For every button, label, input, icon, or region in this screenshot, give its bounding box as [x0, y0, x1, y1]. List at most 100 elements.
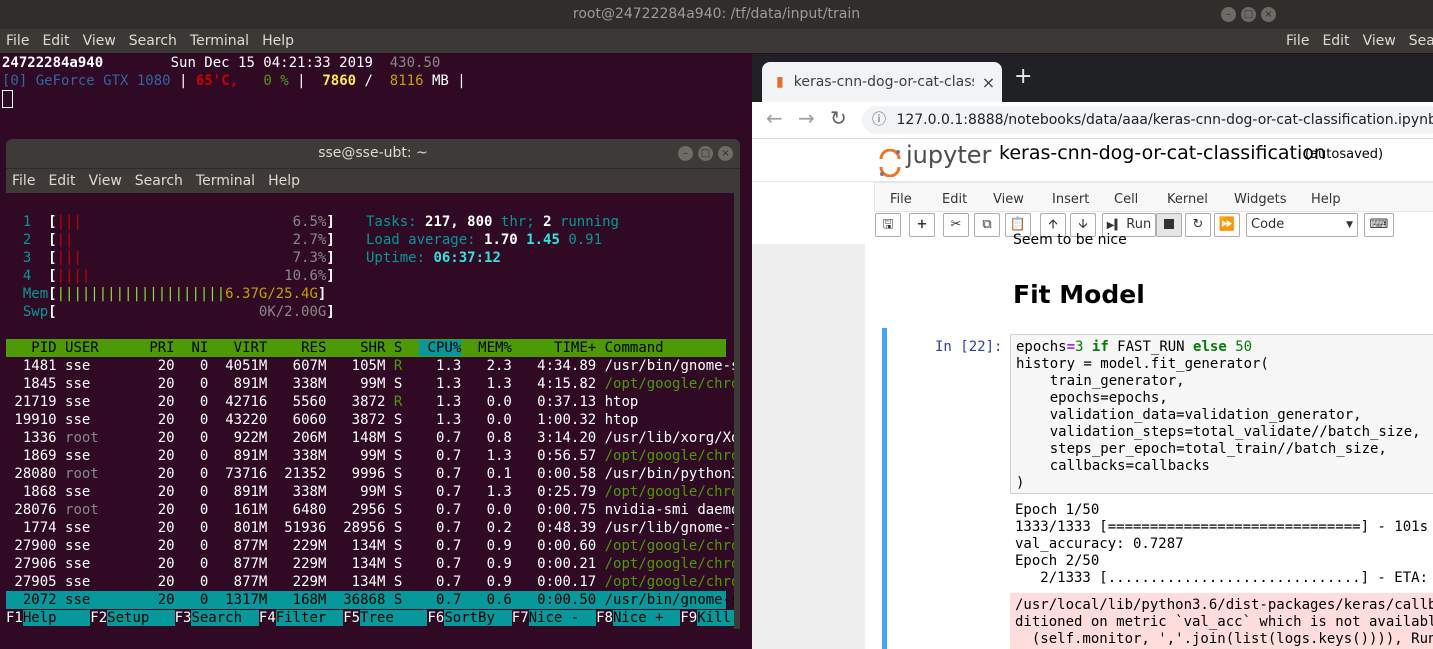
reload-icon[interactable]: ↻	[830, 106, 847, 130]
menu-kernel[interactable]: Kernel	[1167, 192, 1208, 207]
menu-search[interactable]: Search	[129, 169, 190, 193]
menu-file[interactable]: File	[890, 192, 912, 207]
minimize-icon[interactable]: –	[678, 146, 693, 161]
address-bar[interactable]: ⓘ 127.0.0.1:8888/notebooks/data/aaa/kera…	[862, 106, 1433, 134]
htop-terminal-window[interactable]: sse@sse-ubt: ~ – □ × File Edit View Sear…	[6, 139, 740, 629]
fkey-f4[interactable]: F4	[259, 610, 276, 626]
menu-search[interactable]: Sear	[1403, 29, 1433, 53]
process-row[interactable]: 1868 sse 20 0 891M 338M 99M S 0.7 1.3 0:…	[6, 483, 740, 501]
process-cell: /opt/google/chrom	[604, 556, 740, 572]
close-tab-icon[interactable]: ×	[982, 73, 995, 92]
process-row[interactable]: 1845 sse 20 0 891M 338M 99M S 1.3 1.3 4:…	[6, 375, 740, 393]
menu-help[interactable]: Help	[256, 29, 301, 53]
process-row[interactable]: 27900 sse 20 0 877M 229M 134M S 0.7 0.9 …	[6, 537, 740, 555]
menu-widgets[interactable]: Widgets	[1234, 192, 1287, 207]
column-header-res[interactable]: RES	[276, 340, 326, 356]
column-header-s[interactable]: S	[394, 340, 411, 356]
info-icon[interactable]: ⓘ	[872, 112, 886, 128]
process-cell: 1.3	[469, 448, 512, 464]
close-icon[interactable]: ×	[1261, 7, 1276, 22]
menu-search[interactable]: Search	[123, 29, 184, 53]
fkey-f5[interactable]: F5	[343, 610, 360, 626]
code-cell[interactable]: In [22]: epochs=3 if FAST_RUN else 50 hi…	[882, 328, 1433, 649]
copy-button[interactable]: ⧉	[974, 213, 1000, 237]
menu-help[interactable]: Help	[1311, 192, 1341, 207]
fkey-f3[interactable]: F3	[175, 610, 192, 626]
menu-view[interactable]: View	[1357, 29, 1403, 53]
tab-notebook[interactable]: ▮ keras-cnn-dog-or-cat-class ×	[762, 62, 1002, 102]
process-row[interactable]: 1481 sse 20 0 4051M 607M 105M R 1.3 2.3 …	[6, 357, 740, 375]
insert-cell-button[interactable]: +	[909, 213, 935, 237]
fkey-f1[interactable]: F1	[6, 610, 23, 626]
menu-cell[interactable]: Cell	[1114, 192, 1138, 207]
column-header-shr[interactable]: SHR	[335, 340, 385, 356]
notebook-name[interactable]: keras-cnn-dog-or-cat-classification	[999, 142, 1326, 164]
stderr-line: (self.monitor, ','.join(list(logs.keys()…	[1015, 631, 1433, 647]
chrome-browser-window[interactable]: ▮ keras-cnn-dog-or-cat-class × + ← → ↻ ⓘ…	[752, 54, 1433, 649]
htop-titlebar[interactable]: sse@sse-ubt: ~ – □ ×	[6, 139, 740, 168]
code-input[interactable]: epochs=3 if FAST_RUN else 50 history = m…	[1010, 334, 1433, 494]
minimize-icon[interactable]: –	[1221, 7, 1236, 22]
process-row[interactable]: 21719 sse 20 0 42716 5560 3872 R 1.3 0.0…	[6, 393, 726, 411]
fkey-f8[interactable]: F8	[596, 610, 613, 626]
maximize-icon[interactable]: □	[698, 146, 713, 161]
maximize-icon[interactable]: □	[1241, 7, 1256, 22]
menu-view[interactable]: View	[993, 192, 1024, 207]
menu-edit[interactable]: Edit	[42, 169, 82, 193]
column-header-time[interactable]: TIME+	[520, 340, 596, 356]
save-button[interactable]: 🖫	[875, 213, 901, 237]
menu-file[interactable]: File	[1280, 29, 1316, 53]
new-tab-icon[interactable]: +	[1014, 64, 1032, 89]
process-row[interactable]: 2072 sse 20 0 1317M 168M 36868 S 0.7 0.6…	[6, 591, 740, 609]
menu-edit[interactable]: Edit	[36, 29, 76, 53]
close-icon[interactable]: ×	[718, 146, 733, 161]
restart-run-all-button[interactable]: ⏩	[1214, 213, 1240, 237]
column-header-virt[interactable]: VIRT	[217, 340, 268, 356]
tasks-meter: Tasks: 217, 800 thr; 2 running	[366, 214, 619, 230]
fkey-f9[interactable]: F9	[680, 610, 697, 626]
menu-file[interactable]: File	[0, 29, 36, 53]
menu-file[interactable]: File	[6, 169, 42, 193]
scrollbar[interactable]	[734, 193, 740, 629]
process-row[interactable]: 1336 root 20 0 922M 206M 148M S 0.7 0.8 …	[6, 429, 740, 447]
fkey-f2[interactable]: F2	[90, 610, 107, 626]
cut-button[interactable]: ✂	[943, 213, 969, 237]
menu-view[interactable]: View	[77, 29, 123, 53]
notebook-page[interactable]: Seem to be nice Fit Model In [22]: epoch…	[865, 232, 1433, 649]
menu-help[interactable]: Help	[262, 169, 307, 193]
process-cell: 3:14.20	[520, 430, 597, 446]
process-row[interactable]: 19910 sse 20 0 43220 6060 3872 S 1.3 0.0…	[6, 411, 726, 429]
process-row[interactable]: 1869 sse 20 0 891M 338M 99M S 0.7 1.3 0:…	[6, 447, 740, 465]
column-header-cpu[interactable]: CPU%	[419, 340, 462, 356]
fkey-f6[interactable]: F6	[427, 610, 444, 626]
interrupt-button[interactable]	[1156, 213, 1182, 237]
column-header-pri[interactable]: PRI	[141, 340, 174, 356]
menu-edit[interactable]: Edit	[1316, 29, 1356, 53]
menu-view[interactable]: View	[83, 169, 129, 193]
column-header-mem[interactable]: MEM%	[470, 340, 512, 356]
back-arrow-icon[interactable]: ←	[766, 106, 783, 130]
process-row[interactable]: 28080 root 20 0 73716 21352 9996 S 0.7 0…	[6, 465, 739, 483]
fkey-f7[interactable]: F7	[512, 610, 529, 626]
menu-terminal[interactable]: Terminal	[190, 169, 262, 193]
cell-type-select[interactable]: Code ▼	[1246, 213, 1358, 237]
back-terminal-titlebar[interactable]: root@24722284a940: /tf/data/input/train …	[0, 0, 1433, 29]
menu-terminal[interactable]: Terminal	[184, 29, 256, 53]
jupyter-logo-icon[interactable]	[878, 149, 902, 177]
process-row[interactable]: 27905 sse 20 0 877M 229M 134M S 0.7 0.9 …	[6, 573, 740, 591]
column-header-command[interactable]: Command	[605, 340, 664, 356]
process-row[interactable]: 28076 root 20 0 161M 6480 2956 S 0.7 0.0…	[6, 501, 740, 519]
column-header-pid[interactable]: PID	[6, 340, 56, 356]
process-table-header[interactable]: PID USER PRI NI VIRT RES SHR S CPU% MEM%…	[6, 339, 726, 357]
menu-insert[interactable]: Insert	[1052, 192, 1089, 207]
column-header-ni[interactable]: NI	[183, 340, 208, 356]
command-palette-button[interactable]: ⌨	[1364, 213, 1394, 237]
process-cell: sse	[65, 394, 133, 410]
process-cell: 27906	[6, 556, 57, 572]
process-row[interactable]: 27906 sse 20 0 877M 229M 134M S 0.7 0.9 …	[6, 555, 740, 573]
forward-arrow-icon[interactable]: →	[798, 106, 815, 130]
restart-button[interactable]: ↻	[1185, 213, 1211, 237]
process-row[interactable]: 1774 sse 20 0 801M 51936 28956 S 0.7 0.2…	[6, 519, 740, 537]
column-header-user[interactable]: USER	[65, 340, 132, 356]
menu-edit[interactable]: Edit	[942, 192, 967, 207]
